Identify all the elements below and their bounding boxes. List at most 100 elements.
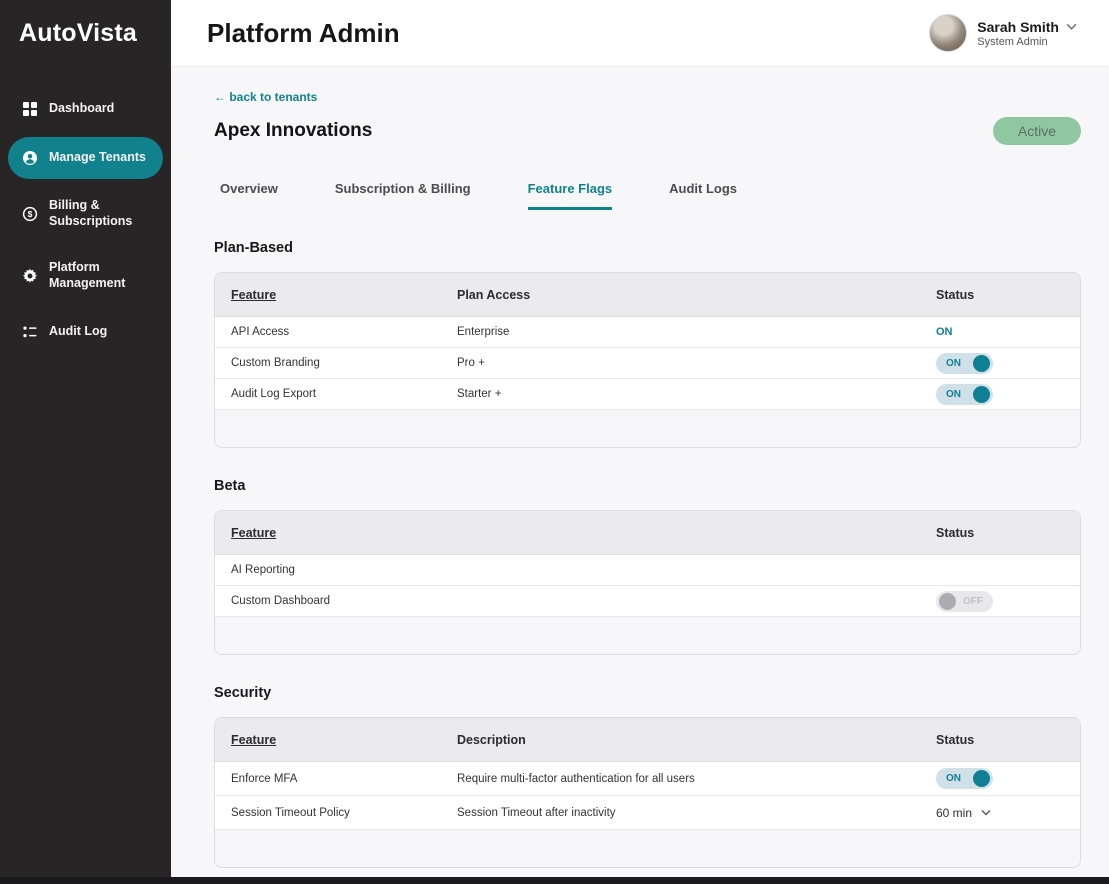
toggle-knob <box>939 593 956 610</box>
title-row: Apex Innovations Active <box>214 117 1081 145</box>
feature-detail: Session Timeout after inactivity <box>457 807 936 819</box>
tab-subscription-billing[interactable]: Subscription & Billing <box>335 181 471 210</box>
table-header-row: FeatureStatus <box>215 511 1080 555</box>
timeout-select[interactable]: 60 min <box>936 806 991 820</box>
sidebar-item-billing-subscriptions[interactable]: $ Billing & Subscriptions <box>8 186 163 241</box>
avatar[interactable] <box>929 14 967 52</box>
tenant-name: Apex Innovations <box>214 120 372 142</box>
status-cell: ON <box>936 384 1064 405</box>
card-footer <box>215 410 1080 447</box>
column-header-feature[interactable]: Feature <box>231 733 457 747</box>
platform-icon <box>21 267 39 285</box>
user-menu[interactable]: Sarah Smith System Admin <box>929 14 1077 52</box>
card-footer <box>215 617 1080 654</box>
table-header-row: FeaturePlan AccessStatus <box>215 273 1080 317</box>
user-name: Sarah Smith <box>977 19 1059 35</box>
feature-name: Audit Log Export <box>231 388 457 400</box>
sidebar-item-label: Platform Management <box>49 260 150 291</box>
feature-sections: Plan-BasedFeaturePlan AccessStatusAPI Ac… <box>214 240 1081 868</box>
sidebar-item-label: Manage Tenants <box>49 150 146 166</box>
status-cell: OFF <box>936 591 1064 612</box>
sidebar-item-audit-log[interactable]: Audit Log <box>8 311 163 353</box>
user-info: Sarah Smith System Admin <box>977 19 1077 48</box>
column-header-plan-access: Plan Access <box>457 288 936 302</box>
tab-bar: Overview Subscription & Billing Feature Fl… <box>214 181 1081 210</box>
column-header-status: Status <box>936 733 1064 747</box>
table-header-row: FeatureDescriptionStatus <box>215 718 1080 762</box>
tenants-icon <box>21 149 39 167</box>
status-badge: Active <box>993 117 1081 145</box>
sidebar-item-label: Dashboard <box>49 101 114 117</box>
status-cell: ON <box>936 353 1064 374</box>
status-on-label[interactable]: ON <box>936 326 953 338</box>
tab-audit-logs[interactable]: Audit Logs <box>669 181 737 210</box>
sidebar-nav: Dashboard Manage Tenants $ Billing & Subscr… <box>0 88 171 353</box>
section-security: Security FeatureDescriptionStatus Enforce … <box>214 685 1081 868</box>
sidebar-item-label: Billing & Subscriptions <box>49 198 150 229</box>
table-row: Custom BrandingPro + ON <box>215 348 1080 379</box>
feature-table: FeatureStatus AI Reporting Custom Dashboar… <box>214 510 1081 655</box>
feature-toggle-off[interactable]: OFF <box>936 591 993 612</box>
feature-detail: Require multi-factor authentication for … <box>457 773 936 785</box>
feature-detail: Pro + <box>457 357 936 369</box>
feature-name: AI Reporting <box>231 564 936 576</box>
feature-name: API Access <box>231 326 457 338</box>
feature-table: FeaturePlan AccessStatusAPI AccessEnterp… <box>214 272 1081 448</box>
column-header-status: Status <box>936 288 1064 302</box>
feature-detail: Enterprise <box>457 326 936 338</box>
feature-detail: Starter + <box>457 388 936 400</box>
app-title: Platform Admin <box>207 18 400 49</box>
toggle-knob <box>973 386 990 403</box>
section-plan-based: Plan-BasedFeaturePlan AccessStatusAPI Ac… <box>214 240 1081 448</box>
table-row: Session Timeout PolicySession Timeout af… <box>215 796 1080 830</box>
back-link[interactable]: ← back to tenants <box>214 90 317 104</box>
card-footer <box>215 830 1080 867</box>
app-logo: AutoVista <box>0 19 171 48</box>
section-title: Security <box>214 685 1081 701</box>
column-header-feature[interactable]: Feature <box>231 526 936 540</box>
toggle-knob <box>973 770 990 787</box>
feature-toggle-on[interactable]: ON <box>936 768 993 789</box>
section-title: Plan-Based <box>214 240 1081 256</box>
window-bottom-edge <box>0 877 1109 884</box>
table-row: Audit Log ExportStarter + ON <box>215 379 1080 410</box>
audit-icon <box>21 323 39 341</box>
status-cell: 60 min <box>936 806 1064 820</box>
chevron-down-icon <box>981 809 991 816</box>
sidebar-item-manage-tenants[interactable]: Manage Tenants <box>8 137 163 179</box>
toggle-label: ON <box>946 389 961 400</box>
sidebar-item-platform-management[interactable]: Platform Management <box>8 248 163 303</box>
table-row: Custom DashboardOFF <box>215 586 1080 617</box>
tab-feature-flags[interactable]: Feature Flags <box>528 181 613 210</box>
column-header-feature[interactable]: Feature <box>231 288 457 302</box>
toggle-label: ON <box>946 358 961 369</box>
toggle-label: ON <box>946 773 961 784</box>
tab-overview[interactable]: Overview <box>220 181 278 210</box>
user-role: System Admin <box>977 36 1077 48</box>
status-cell: ON <box>936 326 1064 338</box>
sidebar: AutoVista Dashboard Manage Tenants $ Billin… <box>0 0 171 884</box>
top-bar: Platform Admin Sarah Smith System Admin <box>171 0 1109 67</box>
chevron-down-icon[interactable] <box>1066 23 1077 30</box>
feature-name: Session Timeout Policy <box>231 807 457 819</box>
status-cell: ON <box>936 768 1064 789</box>
sidebar-item-dashboard[interactable]: Dashboard <box>8 88 163 130</box>
feature-name: Custom Branding <box>231 357 457 369</box>
toggle-label: OFF <box>963 596 983 607</box>
feature-toggle-on[interactable]: ON <box>936 353 993 374</box>
table-row: AI Reporting <box>215 555 1080 586</box>
dashboard-icon <box>21 100 39 118</box>
timeout-value: 60 min <box>936 806 972 820</box>
toggle-knob <box>973 355 990 372</box>
section-title: Beta <box>214 478 1081 494</box>
billing-icon: $ <box>21 205 39 223</box>
feature-table: FeatureDescriptionStatus Enforce MFARequi… <box>214 717 1081 868</box>
table-row: API AccessEnterpriseON <box>215 317 1080 348</box>
sidebar-item-label: Audit Log <box>49 324 107 340</box>
column-header-description: Description <box>457 733 936 747</box>
feature-toggle-on[interactable]: ON <box>936 384 993 405</box>
main-area: Platform Admin Sarah Smith System Admin … <box>171 0 1109 884</box>
column-header-status: Status <box>936 526 1064 540</box>
feature-name: Enforce MFA <box>231 773 457 785</box>
svg-text:$: $ <box>28 209 33 219</box>
